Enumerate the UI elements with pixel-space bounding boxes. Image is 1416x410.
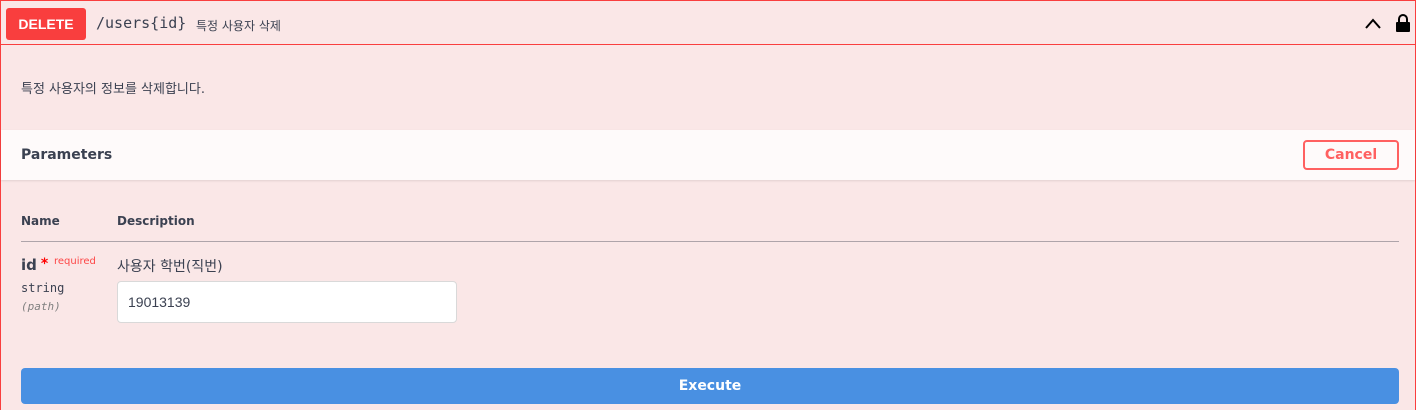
operation-summary[interactable]: DELETE /users{id} 특정 사용자 삭제 [1, 1, 1415, 45]
operation-description: 특정 사용자의 정보를 삭제합니다. [21, 82, 205, 97]
parameter-name: id * [21, 256, 48, 274]
operation-summary-text: 특정 사용자 삭제 [196, 19, 281, 33]
execute-button[interactable]: Execute [21, 368, 1399, 404]
parameter-location: (path) [21, 300, 61, 313]
parameter-description: 사용자 학번(직번) [117, 259, 223, 275]
table-divider [21, 241, 1399, 242]
required-star: * [40, 256, 49, 272]
id-input[interactable] [117, 281, 457, 323]
delete-operation-block: DELETE /users{id} 특정 사용자 삭제 특정 사용자의 정보를 … [0, 0, 1416, 410]
parameters-title: Parameters [21, 147, 113, 163]
cancel-button[interactable]: Cancel [1303, 140, 1399, 170]
required-label: required [54, 256, 96, 267]
parameter-type: string [21, 281, 65, 295]
method-badge: DELETE [6, 8, 86, 40]
chevron-up-icon[interactable] [1363, 15, 1383, 31]
parameter-name-text: id [21, 256, 37, 274]
column-header-name: Name [21, 214, 60, 228]
column-header-description: Description [117, 214, 195, 228]
lock-icon[interactable] [1395, 13, 1411, 33]
parameters-header: Parameters Cancel [1, 130, 1415, 180]
endpoint-path: /users{id} [96, 14, 187, 32]
